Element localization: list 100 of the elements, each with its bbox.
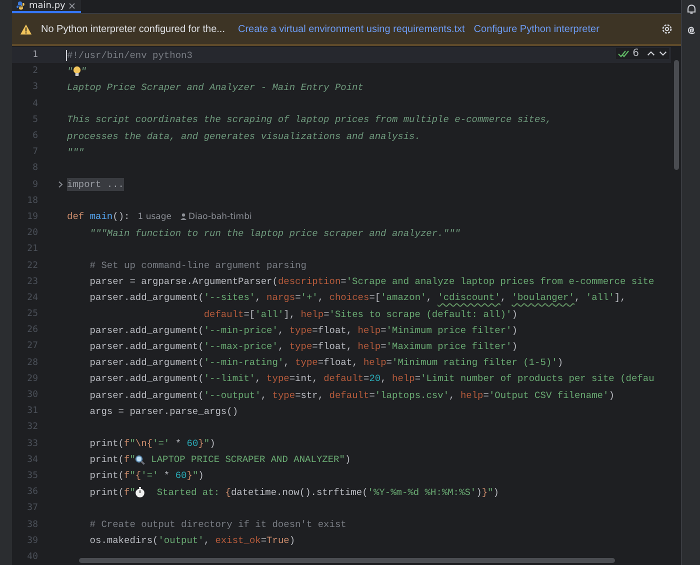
code-token: =float, [318, 357, 359, 368]
code-token: = [340, 276, 346, 288]
code-token: } [482, 486, 488, 498]
code-token: print( [88, 438, 124, 450]
code-token: ], [284, 308, 296, 320]
horizontal-scrollbar-thumb[interactable] [79, 558, 615, 563]
code-token: ) [608, 390, 614, 401]
code-token: '=' [141, 470, 158, 482]
code-token: '--output' [204, 390, 261, 401]
code-token: help [363, 357, 386, 368]
editor-tab[interactable]: main.py [12, 0, 82, 13]
code-token: \n [135, 438, 147, 450]
code-token: 'Sites to scrape (default: all)' [329, 308, 512, 320]
code-token: = [295, 292, 301, 304]
inspection-widget[interactable]: 6 [616, 48, 669, 59]
code-token: print( [88, 454, 124, 466]
code-token: def [67, 211, 86, 222]
code-token: print( [88, 486, 124, 498]
code-token: " [130, 454, 136, 466]
code-token: type [272, 390, 296, 401]
expand-chevron-icon[interactable] [58, 181, 63, 188]
code-token: , [260, 390, 268, 401]
folded-imports[interactable]: import ... [67, 178, 124, 192]
code-token: processes the data, and generates visualizations and analysis. [67, 130, 420, 142]
code-token: '--max-price' [204, 340, 278, 352]
code-token: parser.add_argument( [88, 357, 204, 368]
code-token: , [255, 292, 262, 304]
code-token: } [186, 470, 192, 482]
code-token: parser.add_argument( [88, 340, 204, 352]
code-token: " [204, 438, 210, 450]
code-token: =[ [369, 292, 381, 304]
code-token: , [500, 292, 508, 304]
code-token: parser.add_argument( [88, 292, 204, 304]
code-token: " [80, 66, 86, 77]
code-token: 'Limit number of products per site (defau [420, 373, 654, 384]
code-token: = [483, 390, 489, 401]
close-icon[interactable] [69, 2, 76, 8]
python-icon [16, 1, 25, 10]
code-token: =int, [289, 373, 319, 384]
chevron-up-icon[interactable] [647, 51, 655, 56]
code-token: 'Maximum price filter' [386, 340, 512, 352]
code-token: Laptop Price Scraper and Analyzer - Main Entry Point [67, 82, 364, 93]
code-token: 'Minimum price filter' [386, 324, 512, 336]
code-token: f [124, 486, 130, 498]
code-token: parser.add_argument( [88, 390, 204, 401]
code-token: { [225, 486, 231, 498]
code-token: 'cdiscount' [438, 292, 500, 304]
code-token: print( [88, 470, 124, 482]
code-token: , [426, 292, 433, 304]
code-token: , [449, 390, 456, 401]
code-token: 'Minimum rating filter (1-5)' [392, 357, 558, 368]
code-token: '--min-rating' [204, 357, 284, 368]
code-token: 'laptops.csv' [374, 390, 450, 401]
chevron-down-icon[interactable] [659, 51, 667, 56]
code-token: " [192, 470, 198, 482]
code-token: " [130, 486, 136, 498]
code-token: 60 [175, 470, 187, 482]
scrollbar-thumb[interactable] [674, 60, 678, 170]
code-token: f [124, 454, 130, 466]
code-token: , [278, 324, 285, 336]
code-token: parser = argparse.ArgumentParser( [88, 276, 278, 288]
code-token: type [289, 324, 312, 336]
code-token: = [364, 373, 370, 384]
code-token: main [90, 211, 113, 222]
code-token: ) [210, 438, 216, 450]
code-token: ) [512, 324, 518, 336]
magnifier-icon [135, 454, 146, 465]
code-token: * [162, 470, 171, 482]
code-token: args = parser.parse_args() [88, 406, 238, 417]
lightbulb-icon[interactable] [72, 66, 81, 77]
code-token: description [278, 276, 341, 288]
code-token: ) [493, 486, 499, 498]
warning-icon [20, 24, 32, 34]
code-token: 'all' [255, 308, 284, 320]
code-token: # Create output directory if it doesn't exist [88, 519, 346, 530]
code-token: , [204, 535, 211, 546]
code-token: type [295, 357, 318, 368]
code-token: help [392, 373, 415, 384]
bell-icon[interactable] [686, 4, 696, 15]
code-token: default [329, 390, 370, 401]
banner-link[interactable]: Configure Python interpreter [474, 24, 600, 34]
code-token: " [130, 470, 136, 482]
code-token: = [369, 390, 375, 401]
text-cursor [66, 50, 67, 61]
code-token: =str, [295, 390, 325, 401]
code-token: * [174, 438, 182, 450]
code-token: , [278, 340, 285, 352]
code-token: type [266, 373, 290, 384]
line-number: 1 [32, 50, 38, 60]
code-token: choices [329, 292, 370, 304]
code-token: """Main function to run the laptop price scraper and analyzer.""" [88, 228, 460, 239]
usage-hint[interactable]: 1 usage [138, 212, 172, 222]
code-token: = [386, 357, 392, 368]
code-token: ) [344, 454, 351, 466]
banner-link[interactable]: Create a virtual environment using requirements.txt [238, 24, 465, 34]
code-token: =float, [312, 324, 354, 336]
code-token: type [289, 340, 312, 352]
code-token: parser.add_argument( [88, 324, 204, 336]
settings-icon[interactable] [661, 23, 673, 35]
code-token: { [146, 438, 153, 450]
